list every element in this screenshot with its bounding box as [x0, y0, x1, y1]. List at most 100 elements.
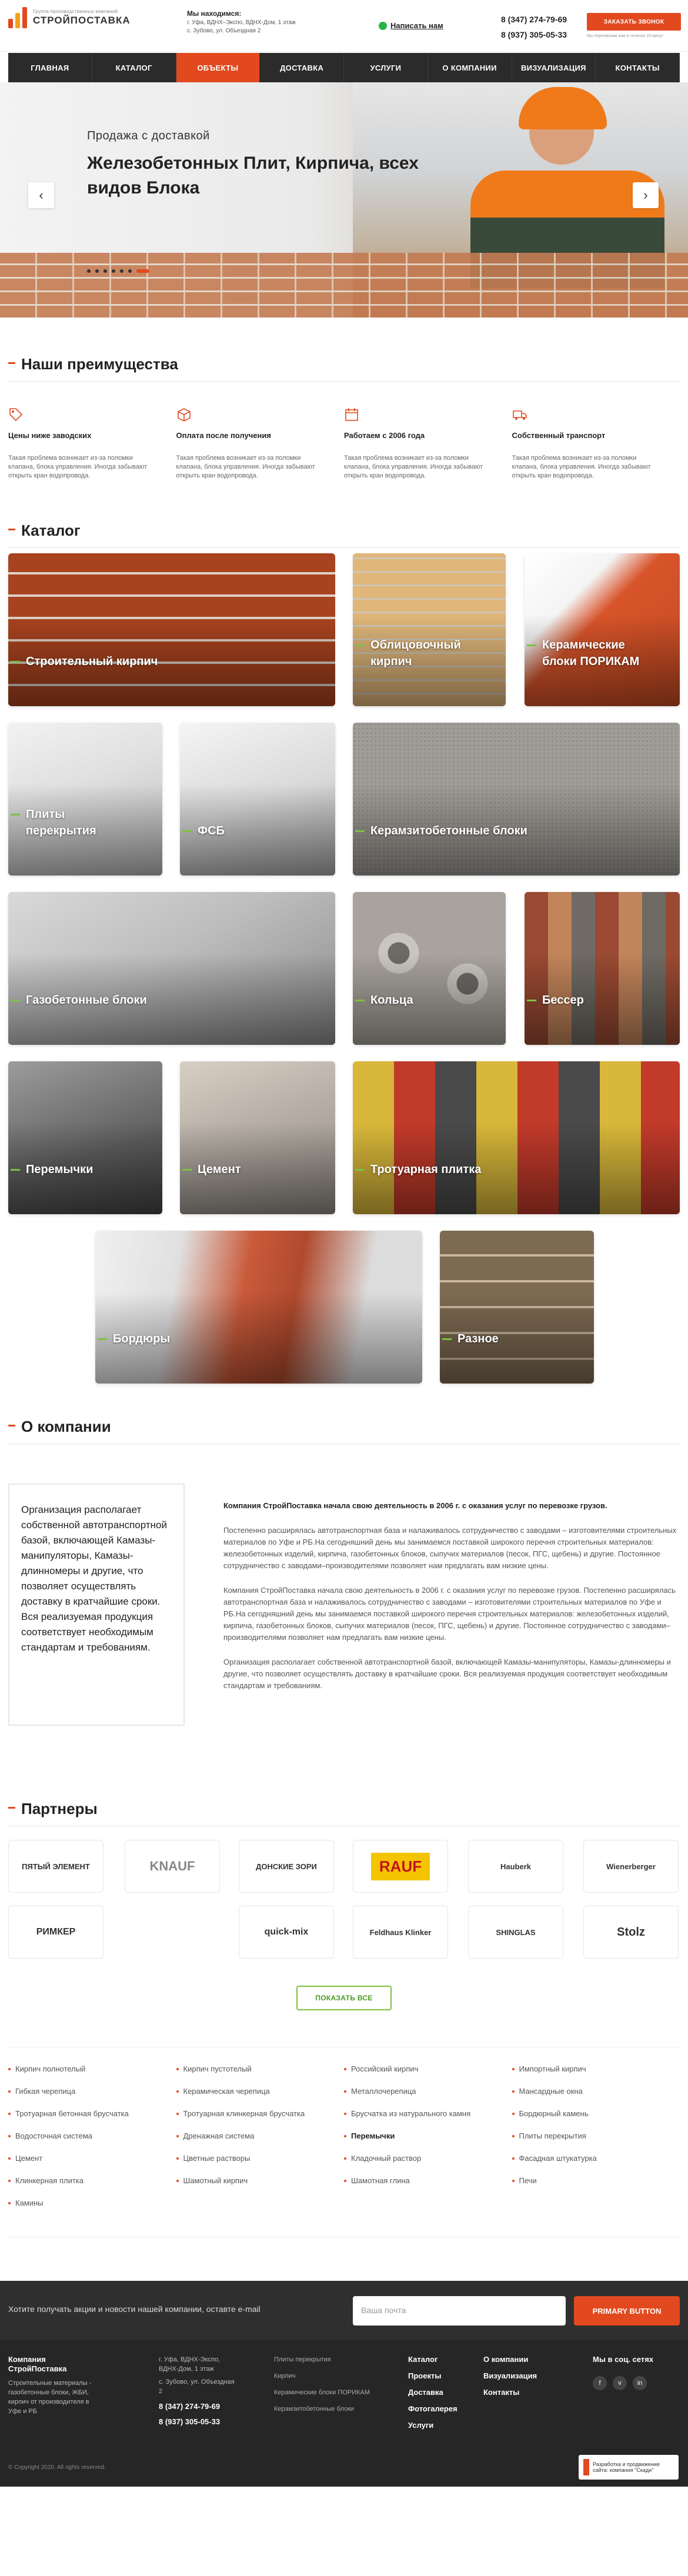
- footer-link[interactable]: Услуги: [408, 2421, 457, 2430]
- slider-dot[interactable]: [112, 269, 115, 273]
- callback-button[interactable]: ЗАКАЗАТЬ ЗВОНОК: [587, 13, 681, 31]
- category-link[interactable]: Российский кирпич: [344, 2064, 512, 2074]
- category-link[interactable]: Кирпич полнотелый: [8, 2064, 176, 2074]
- category-link[interactable]: Металлочерепица: [344, 2086, 512, 2097]
- category-link[interactable]: Цветные растворы: [176, 2153, 345, 2164]
- footer-link[interactable]: Каталог: [408, 2355, 457, 2364]
- slider-dot[interactable]: [128, 269, 132, 273]
- footer-phone[interactable]: 8 (347) 274-79-69: [159, 2402, 235, 2411]
- nav-item-contacts[interactable]: КОНТАКТЫ: [596, 53, 680, 82]
- slider-dot[interactable]: [87, 269, 91, 273]
- nav-item-home[interactable]: ГЛАВНАЯ: [8, 53, 92, 82]
- instagram-icon[interactable]: in: [633, 2376, 647, 2390]
- partner-name: quick-mix: [264, 1927, 309, 1937]
- partner-logo[interactable]: РИМКЕР: [8, 1906, 103, 1959]
- category-link[interactable]: Импортный кирпич: [512, 2064, 680, 2074]
- catalog-card[interactable]: Бессер: [525, 892, 680, 1045]
- category-link[interactable]: Водосточная система: [8, 2131, 176, 2141]
- logo[interactable]: Группа производственных компаний СТРОЙПО…: [8, 7, 131, 28]
- catalog-card[interactable]: Керамические блоки ПОРИКАМ: [525, 553, 680, 706]
- whatsapp-link[interactable]: Написать нам: [379, 21, 443, 30]
- slider-dot[interactable]: [95, 269, 99, 273]
- slider-prev-button[interactable]: ‹: [28, 182, 54, 208]
- footer-phone[interactable]: 8 (937) 305-05-33: [159, 2417, 235, 2427]
- subscribe-button[interactable]: PRIMARY BUTTON: [574, 2296, 680, 2326]
- category-links: Кирпич полнотелый Гибкая черепица Тротуарн…: [8, 2047, 680, 2237]
- partner-logo[interactable]: KNAUF: [125, 1840, 220, 1893]
- catalog-card[interactable]: Плиты перекрытия: [8, 723, 162, 876]
- nav-item-visualization[interactable]: ВИЗУАЛИЗАЦИЯ: [512, 53, 596, 82]
- slider-dot[interactable]: [136, 269, 149, 273]
- slider-next-button[interactable]: ›: [633, 182, 659, 208]
- nav-item-services[interactable]: УСЛУГИ: [344, 53, 428, 82]
- category-link[interactable]: Цемент: [8, 2153, 176, 2164]
- category-link[interactable]: Керамическая черепица: [176, 2086, 345, 2097]
- partner-name: Stolz: [617, 1925, 645, 1939]
- phone-link[interactable]: 8 (347) 274-79-69: [501, 12, 567, 27]
- category-link[interactable]: Плиты перекрытия: [512, 2131, 680, 2141]
- show-all-partners-button[interactable]: ПОКАЗАТЬ ВСЕ: [296, 1986, 392, 2010]
- category-link[interactable]: Шамотная глина: [344, 2176, 512, 2186]
- partner-logo[interactable]: RAUF: [353, 1840, 448, 1893]
- category-link[interactable]: Дренажная система: [176, 2131, 345, 2141]
- footer-link[interactable]: Керамические блоки ПОРИКАМ: [274, 2388, 392, 2397]
- catalog-card[interactable]: Строительный кирпич: [8, 553, 335, 706]
- partner-logo[interactable]: quick-mix: [239, 1906, 334, 1959]
- catalog-card[interactable]: Бордюры: [95, 1231, 422, 1384]
- partner-name: SHINGLAS: [496, 1927, 536, 1937]
- nav-item-delivery[interactable]: ДОСТАВКА: [260, 53, 344, 82]
- catalog-card[interactable]: Облицовочный кирпич: [353, 553, 506, 706]
- developer-badge[interactable]: Разработка и продвижение сайта: компания…: [579, 2455, 679, 2480]
- footer-link[interactable]: О компании: [483, 2355, 537, 2364]
- vk-icon[interactable]: v: [613, 2376, 627, 2390]
- footer-link[interactable]: Плиты перекрытия: [274, 2355, 392, 2364]
- partner-logo[interactable]: Wienerberger: [583, 1840, 679, 1893]
- category-link[interactable]: Бордюрный камень: [512, 2109, 680, 2119]
- about-text: Компания СтройПоставка начала свою деяте…: [223, 1500, 682, 1705]
- slider-dot[interactable]: [120, 269, 123, 273]
- footer-link[interactable]: Визуализация: [483, 2371, 537, 2381]
- facebook-icon[interactable]: f: [593, 2376, 607, 2390]
- catalog-card[interactable]: Тротуарная плитка: [353, 1061, 680, 1214]
- catalog-card[interactable]: Цемент: [180, 1061, 335, 1214]
- catalog-card[interactable]: Разное: [440, 1231, 594, 1384]
- partner-logo[interactable]: Stolz: [583, 1906, 679, 1959]
- partner-logo[interactable]: ДОНСКИЕ ЗОРИ: [239, 1840, 334, 1893]
- email-input[interactable]: Ваша почта: [353, 2296, 566, 2326]
- phone-link[interactable]: 8 (937) 305-05-33: [501, 27, 567, 42]
- footer-link[interactable]: Фотогалерея: [408, 2404, 457, 2414]
- category-link[interactable]: Камины: [8, 2198, 176, 2209]
- partner-logo[interactable]: Hauberk: [468, 1840, 563, 1893]
- partner-logo[interactable]: Feldhaus Klinker: [353, 1906, 448, 1959]
- category-link[interactable]: Кирпич пустотелый: [176, 2064, 345, 2074]
- catalog-card[interactable]: Кольца: [353, 892, 506, 1045]
- category-link[interactable]: Гибкая черепица: [8, 2086, 176, 2097]
- address-title: Мы находимся:: [187, 9, 242, 18]
- category-link[interactable]: Брусчатка из натурального камня: [344, 2109, 512, 2119]
- footer-link[interactable]: Доставка: [408, 2388, 457, 2397]
- footer-nav: Каталог Проекты Доставка Фотогалерея Услуги: [408, 2355, 457, 2437]
- category-link[interactable]: Тротуарная бетонная брусчатка: [8, 2109, 176, 2119]
- catalog-card[interactable]: ФСБ: [180, 723, 335, 876]
- catalog-card[interactable]: Перемычки: [8, 1061, 162, 1214]
- category-link[interactable]: Кладочный раствор: [344, 2153, 512, 2164]
- partner-logo[interactable]: ПЯТЫЙ ЭЛЕМЕНТ: [8, 1840, 103, 1893]
- category-link[interactable]: Перемычки: [344, 2131, 512, 2141]
- footer-link[interactable]: Кирпич: [274, 2371, 392, 2381]
- category-link[interactable]: Мансардные окна: [512, 2086, 680, 2097]
- category-link[interactable]: Тротуарная клинкерная брусчатка: [176, 2109, 345, 2119]
- category-link[interactable]: Фасадная штукатурка: [512, 2153, 680, 2164]
- nav-item-objects[interactable]: ОБЪЕКТЫ: [176, 53, 260, 82]
- footer-link[interactable]: Керамзитобетонные блоки: [274, 2404, 392, 2414]
- footer-link[interactable]: Контакты: [483, 2388, 537, 2397]
- slider-dot[interactable]: [103, 269, 107, 273]
- nav-item-catalog[interactable]: КАТАЛОГ: [92, 53, 176, 82]
- category-link[interactable]: Печи: [512, 2176, 680, 2186]
- footer-link[interactable]: Проекты: [408, 2371, 457, 2381]
- category-link[interactable]: Клинкерная плитка: [8, 2176, 176, 2186]
- catalog-card[interactable]: Керамзитобетонные блоки: [353, 723, 680, 876]
- partner-logo[interactable]: SHINGLAS: [468, 1906, 563, 1959]
- category-link[interactable]: Шамотный кирпич: [176, 2176, 345, 2186]
- catalog-card[interactable]: Газобетонные блоки: [8, 892, 335, 1045]
- nav-item-about[interactable]: О КОМПАНИИ: [428, 53, 512, 82]
